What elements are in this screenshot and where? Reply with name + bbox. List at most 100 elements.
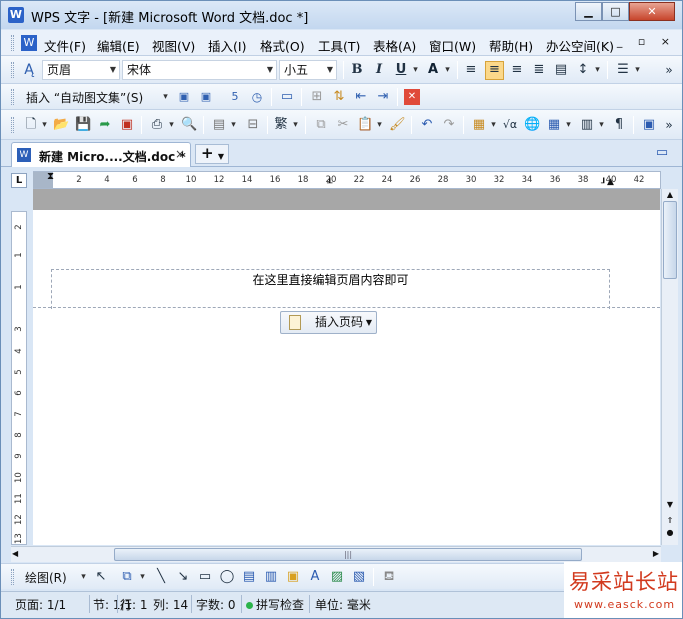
status-page[interactable]: 页面: 1/1: [15, 596, 66, 613]
doc-icon[interactable]: W: [21, 35, 37, 51]
chevron-down-icon[interactable]: ▾: [161, 89, 170, 105]
status-row[interactable]: 行: 1: [120, 596, 148, 613]
chevron-down-icon[interactable]: ▾: [443, 62, 452, 78]
chevron-down-icon[interactable]: ▾: [633, 62, 642, 78]
copy-icon[interactable]: ⧉: [313, 117, 329, 133]
chevron-down-icon[interactable]: ▾: [489, 117, 498, 133]
menu-window[interactable]: 窗口(W): [429, 36, 476, 55]
show-marks-icon[interactable]: ¶: [611, 117, 627, 133]
oval-icon[interactable]: ◯: [219, 569, 235, 585]
style-icon[interactable]: Ą: [21, 62, 37, 78]
menu-file[interactable]: 文件(F): [44, 36, 86, 55]
italic-button[interactable]: I: [371, 62, 387, 78]
open-folder-icon[interactable]: 📂: [53, 117, 69, 133]
redo-icon[interactable]: ↷: [441, 117, 457, 133]
menu-edit[interactable]: 编辑(E): [97, 36, 140, 55]
status-spell-check[interactable]: 拼写检查: [246, 596, 304, 613]
tab-document[interactable]: W 新建 Micro....文档.doc * ×: [11, 142, 191, 167]
menu-tools[interactable]: 工具(T): [318, 36, 360, 55]
scrollbar-thumb[interactable]: |||: [114, 548, 582, 561]
status-unit[interactable]: 单位: 毫米: [315, 596, 371, 613]
wordart-icon[interactable]: A: [307, 569, 323, 585]
help-icon[interactable]: ▣: [641, 117, 657, 133]
show-next-icon[interactable]: ⇥: [375, 89, 391, 105]
chevron-down-icon[interactable]: ▾: [593, 62, 602, 78]
table-icon[interactable]: ▦: [546, 117, 562, 133]
header-placeholder-text[interactable]: 在这里直接编辑页眉内容即可: [33, 271, 628, 288]
more-icon[interactable]: »: [661, 62, 677, 78]
switch-header-footer-icon[interactable]: ⇅: [331, 89, 347, 105]
date-icon[interactable]: 5: [227, 89, 243, 105]
spell-check-icon[interactable]: ▤: [211, 117, 227, 133]
scroll-left-icon[interactable]: ◀: [12, 549, 18, 558]
chevron-down-icon[interactable]: ▾: [40, 117, 49, 133]
insert-table-icon[interactable]: ▦: [471, 117, 487, 133]
page-number-icon[interactable]: ▣: [176, 89, 192, 105]
menu-format[interactable]: 格式(O): [260, 36, 305, 55]
select-pointer-icon[interactable]: ↖: [93, 569, 109, 585]
chevron-down-icon[interactable]: ▾: [411, 62, 420, 78]
toolbar-grip[interactable]: [11, 117, 14, 133]
bold-button[interactable]: B: [349, 62, 365, 78]
align-right-icon[interactable]: ≡: [509, 62, 525, 78]
format-painter-icon[interactable]: ⊟: [245, 117, 261, 133]
chevron-down-icon[interactable]: ▾: [375, 117, 384, 133]
line-spacing-icon[interactable]: ↕: [575, 62, 591, 78]
tab-close-icon[interactable]: ×: [175, 147, 185, 161]
window-layout-icon[interactable]: ▭: [654, 145, 670, 161]
justify-icon[interactable]: ≣: [531, 62, 547, 78]
status-col[interactable]: 列: 14: [153, 596, 188, 613]
horizontal-ruler[interactable]: ⧗ ▲ ┸ ┚ 2 4 6 8 10 12 14 16 18 20 22 24 …: [33, 171, 661, 189]
chevron-down-icon[interactable]: ▾: [79, 569, 88, 585]
chevron-down-icon[interactable]: ▾: [291, 117, 300, 133]
document-window-controls[interactable]: _ ▫ ×: [617, 35, 676, 48]
left-indent-marker[interactable]: ⧗: [47, 171, 54, 182]
rectangle-icon[interactable]: ▭: [197, 569, 213, 585]
maximize-button[interactable]: □: [602, 2, 629, 21]
autoshapes-icon[interactable]: ⧉: [119, 569, 135, 585]
paste-icon[interactable]: 📋: [357, 117, 373, 133]
send-icon[interactable]: ➦: [97, 117, 113, 133]
tab-stop-selector[interactable]: L: [11, 173, 27, 188]
toolbar-grip[interactable]: [11, 569, 14, 585]
select-browse-object-icon[interactable]: ●: [663, 527, 677, 539]
export-pdf-icon[interactable]: ▣: [119, 117, 135, 133]
more-icon[interactable]: »: [661, 117, 677, 133]
document-page[interactable]: 在这里直接编辑页眉内容即可 插入页码 ▼: [33, 189, 660, 545]
scroll-down-icon[interactable]: ▼: [663, 499, 677, 511]
columns-icon[interactable]: ▥: [579, 117, 595, 133]
align-center-icon[interactable]: ≡: [485, 61, 504, 80]
menu-insert[interactable]: 插入(I): [208, 36, 246, 55]
font-color-button[interactable]: A: [425, 62, 441, 78]
font-select[interactable]: 宋体 ▼: [122, 60, 277, 80]
toolbar-grip[interactable]: [11, 89, 14, 105]
arrow-icon[interactable]: ↘: [175, 569, 191, 585]
menu-help[interactable]: 帮助(H): [489, 36, 533, 55]
line-icon[interactable]: ╲: [153, 569, 169, 585]
insert-image-icon[interactable]: ▧: [351, 569, 367, 585]
print-icon[interactable]: ⎙: [149, 117, 165, 133]
prev-page-icon[interactable]: ⇑: [663, 515, 677, 527]
cut-icon[interactable]: ✂: [335, 117, 351, 133]
chevron-down-icon[interactable]: ▾: [167, 117, 176, 133]
formula-icon[interactable]: √α: [502, 117, 518, 133]
new-document-icon[interactable]: 🗋: [23, 117, 39, 133]
vertical-ruler[interactable]: 2 1 1 3 4 5 6 7 8 9 10 11 12 13: [11, 211, 27, 545]
fill-color-icon[interactable]: ⛾: [381, 569, 397, 585]
underline-button[interactable]: U: [393, 62, 409, 78]
link-prev-icon[interactable]: ⊞: [309, 89, 325, 105]
horizontal-scrollbar[interactable]: ◀ ||| ▶: [11, 546, 661, 562]
close-header-icon[interactable]: ✕: [404, 89, 420, 105]
chevron-down-icon[interactable]: ▾: [564, 117, 573, 133]
globe-icon[interactable]: 🌐: [524, 117, 540, 133]
scroll-up-icon[interactable]: ▲: [663, 189, 677, 201]
undo-icon[interactable]: ↶: [419, 117, 435, 133]
vertical-scrollbar[interactable]: ▲ ▼ ⇑ ●: [661, 189, 678, 545]
vertical-textbox-icon[interactable]: ▥: [263, 569, 279, 585]
style-select[interactable]: 页眉 ▼: [42, 60, 120, 80]
insert-picture-icon[interactable]: ▨: [329, 569, 345, 585]
toolbar-grip[interactable]: [11, 35, 14, 51]
show-prev-icon[interactable]: ⇤: [353, 89, 369, 105]
scroll-right-icon[interactable]: ▶: [653, 549, 659, 558]
page-count-icon[interactable]: ▣: [198, 89, 214, 105]
